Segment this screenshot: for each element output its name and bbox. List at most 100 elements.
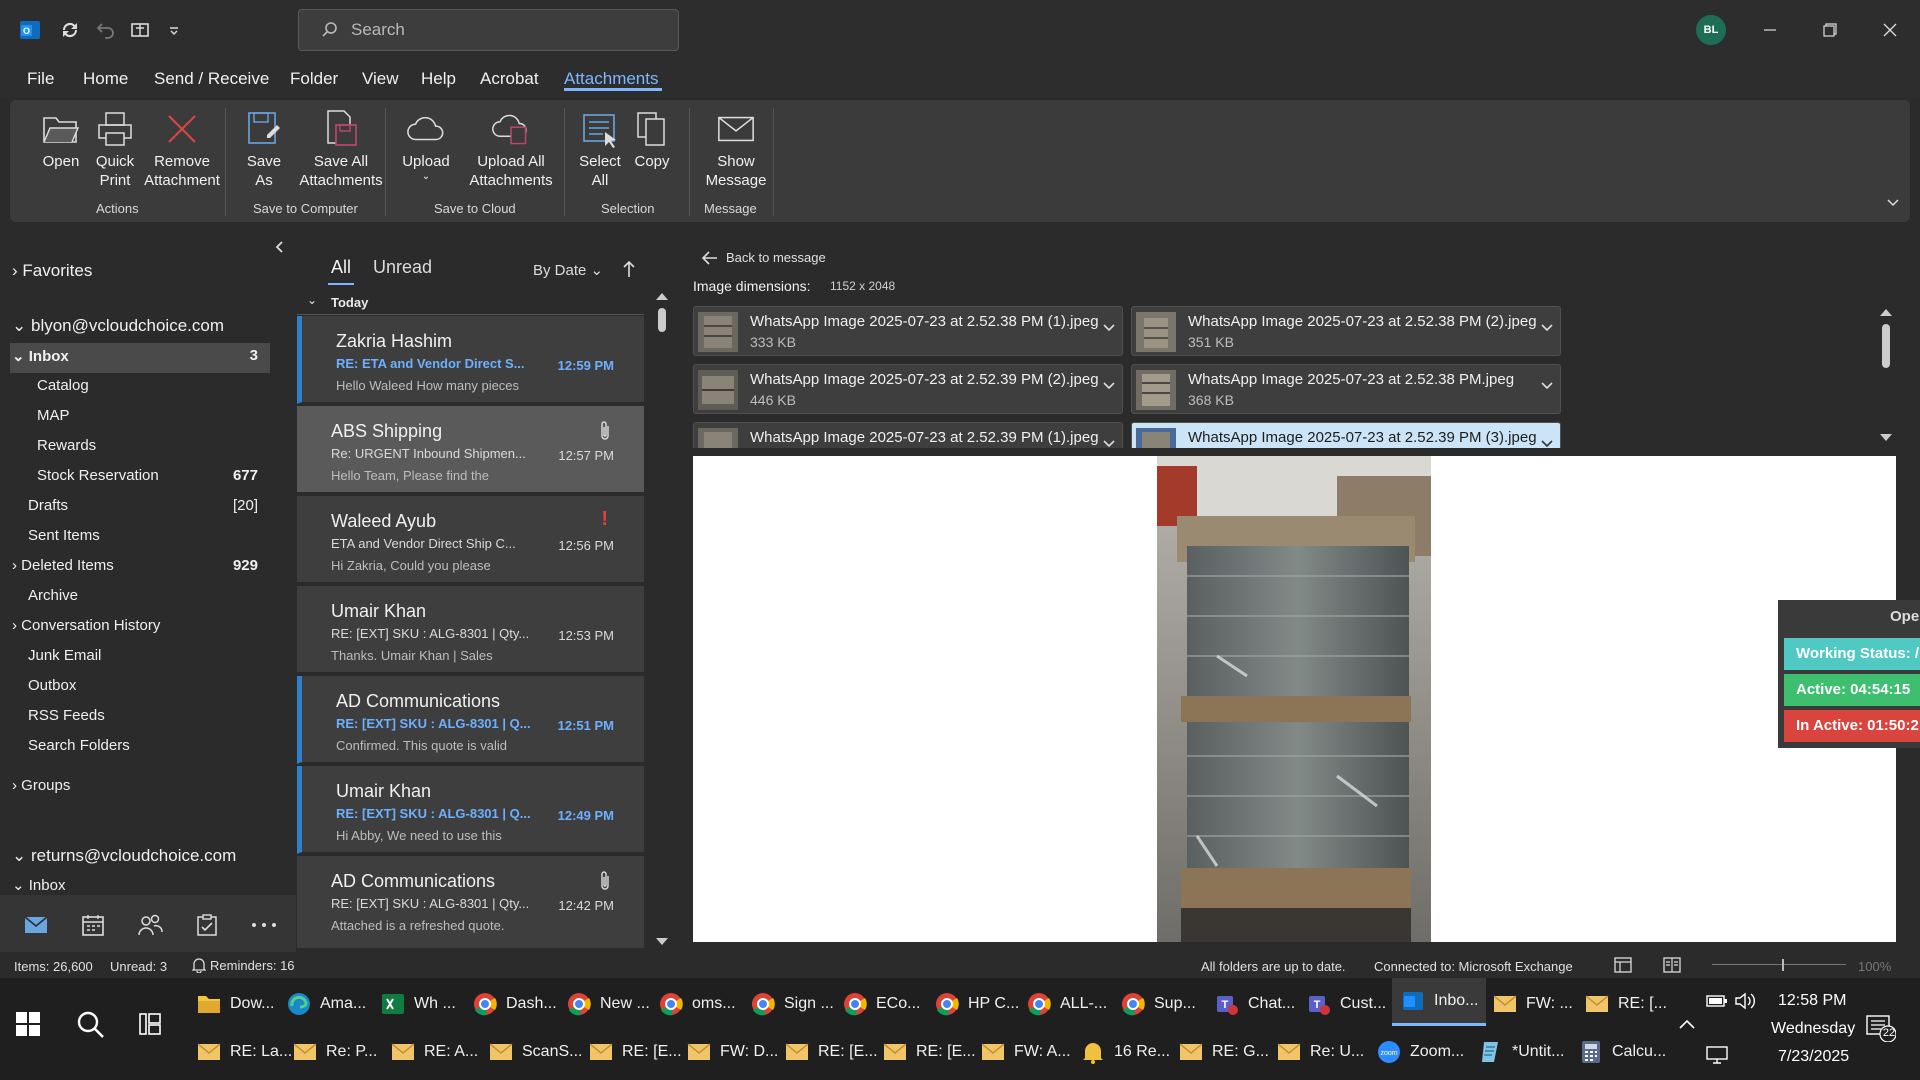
working-status-bar[interactable]: Working Status: / <box>1784 638 1920 670</box>
save-as-button[interactable]: Save As <box>236 108 292 190</box>
taskbar-app-outlook-active[interactable]: Inbo... <box>1392 978 1487 1026</box>
chevron-down-icon[interactable] <box>1540 381 1554 391</box>
calendar-icon[interactable] <box>75 907 111 943</box>
close-button[interactable] <box>1872 12 1908 48</box>
notification-center-icon[interactable]: 22 <box>1866 1014 1896 1042</box>
restore-button[interactable] <box>1812 12 1848 48</box>
chevron-down-icon[interactable] <box>1540 323 1554 333</box>
taskbar-app-mail-window[interactable]: RE: [E... <box>588 1030 682 1074</box>
folder-drafts[interactable]: Drafts <box>28 497 68 514</box>
taskbar-app-reminders[interactable]: 16 Re... <box>1080 1030 1170 1074</box>
taskbar-app-excel[interactable]: Wh ... <box>380 982 456 1026</box>
sort-by-date[interactable]: By Date ⌄ <box>533 261 603 279</box>
collapse-ribbon-icon[interactable] <box>1886 198 1900 208</box>
taskbar-app-calculator[interactable]: Calcu... <box>1578 1030 1666 1074</box>
clock-date[interactable]: 7/23/2025 <box>1778 1048 1849 1066</box>
people-icon[interactable] <box>132 907 168 943</box>
upload-all-attachments-button[interactable]: Upload All Attachments <box>456 108 566 190</box>
taskbar-app-mail-window[interactable]: FW: A... <box>980 1030 1071 1074</box>
back-to-message-link[interactable]: Back to message <box>702 250 826 265</box>
filter-all-tab[interactable]: All <box>331 257 351 278</box>
taskbar-app-chrome[interactable]: ECo... <box>842 982 920 1026</box>
sort-direction-icon[interactable] <box>622 260 636 278</box>
sync-icon[interactable] <box>56 16 84 44</box>
reading-view-icon[interactable] <box>1663 957 1681 973</box>
folder-archive[interactable]: Archive <box>28 587 78 604</box>
menu-send-receive[interactable]: Send / Receive <box>154 69 269 89</box>
taskbar-app-chrome[interactable]: Sup... <box>1120 982 1196 1026</box>
message-item[interactable]: ABS Shipping Re: URGENT Inbound Shipmen.… <box>297 406 644 494</box>
chevron-down-icon[interactable] <box>1102 381 1116 391</box>
message-item[interactable]: AD Communications RE: [EXT] SKU : ALG-83… <box>297 676 644 764</box>
taskbar-app-mail-window[interactable]: FW: ... <box>1492 982 1573 1026</box>
menu-help[interactable]: Help <box>421 69 456 89</box>
volume-icon[interactable] <box>1734 992 1756 1010</box>
select-all-button[interactable]: Select All <box>574 108 626 190</box>
folder-stock-reservation[interactable]: Stock Reservation <box>37 467 159 484</box>
more-apps-icon[interactable] <box>246 907 282 943</box>
taskbar-app-mail-window[interactable]: Re: P... <box>292 1030 377 1074</box>
customize-toolbar-icon[interactable] <box>160 16 188 44</box>
account-returns[interactable]: ⌄ returns@vcloudchoice.com <box>12 846 236 866</box>
attachment-item[interactable]: WhatsApp Image 2025-07-23 at 2.52.38 PM … <box>693 306 1123 356</box>
copy-button[interactable]: Copy <box>628 108 676 171</box>
collapse-folder-pane-icon[interactable] <box>273 240 285 254</box>
favorites-node[interactable]: › Favorites <box>12 261 92 281</box>
menu-view[interactable]: View <box>362 69 399 89</box>
save-all-attachments-button[interactable]: Save All Attachments <box>288 108 394 190</box>
message-item[interactable]: Waleed Ayub ! ETA and Vendor Direct Ship… <box>297 496 644 584</box>
folder-inbox-returns[interactable]: ⌄ Inbox <box>12 876 65 894</box>
display-icon[interactable] <box>1706 1046 1728 1064</box>
quick-access-icon[interactable] <box>126 16 154 44</box>
remove-attachment-button[interactable]: Remove Attachment <box>134 108 230 190</box>
upload-button[interactable]: Upload ⌄ <box>394 108 458 183</box>
message-list-scrollbar[interactable] <box>652 290 672 950</box>
folder-map[interactable]: MAP <box>37 407 70 424</box>
message-item[interactable]: AD Communications RE: [EXT] SKU : ALG-83… <box>297 856 644 950</box>
taskbar-app-chrome[interactable]: Dash... <box>472 982 557 1026</box>
taskbar-app-notepad[interactable]: *Untit... <box>1478 1030 1564 1074</box>
chevron-down-icon[interactable] <box>1102 323 1116 333</box>
folder-sent-items[interactable]: Sent Items <box>28 527 100 544</box>
folder-rewards[interactable]: Rewards <box>37 437 96 454</box>
group-header-today[interactable]: ⌄ Today <box>297 290 644 315</box>
taskbar-app-mail-window[interactable]: FW: D... <box>686 1030 778 1074</box>
message-item[interactable]: Umair Khan RE: [EXT] SKU : ALG-8301 | Q.… <box>297 766 644 854</box>
zoom-slider-thumb[interactable] <box>1782 959 1784 971</box>
taskbar-app-mail-window[interactable]: RE: A... <box>390 1030 478 1074</box>
zoom-slider[interactable] <box>1712 964 1846 965</box>
taskbar-app-mail-window[interactable]: RE: [E... <box>784 1030 878 1074</box>
minimize-button[interactable] <box>1752 12 1788 48</box>
taskbar-app-chrome[interactable]: ALL-... <box>1026 982 1107 1026</box>
attachment-strip-scrollbar[interactable] <box>1876 304 1896 446</box>
attachment-item[interactable]: WhatsApp Image 2025-07-23 at 2.52.38 PM.… <box>1131 364 1561 414</box>
menu-home[interactable]: Home <box>83 69 128 89</box>
folder-conversation-history[interactable]: › Conversation History <box>12 617 160 634</box>
taskbar-app-mail-window[interactable]: ScanS... <box>488 1030 582 1074</box>
chevron-down-icon[interactable] <box>1102 439 1116 448</box>
taskbar-app-chrome[interactable]: HP C... <box>934 982 1019 1026</box>
search-box[interactable]: Search <box>298 9 679 51</box>
tasks-icon[interactable] <box>189 907 225 943</box>
taskbar-app-file-explorer[interactable]: Dow... <box>196 982 274 1026</box>
avatar[interactable]: BL <box>1696 15 1726 45</box>
attachment-item[interactable]: WhatsApp Image 2025-07-23 at 2.52.39 PM … <box>693 364 1123 414</box>
account-blyon[interactable]: ⌄ blyon@vcloudchoice.com <box>12 316 224 336</box>
windows-start-icon[interactable] <box>16 1012 40 1036</box>
battery-icon[interactable] <box>1706 994 1728 1008</box>
taskbar-app-mail-window[interactable]: Re: U... <box>1276 1030 1364 1074</box>
groups-node[interactable]: › Groups <box>12 777 70 794</box>
folder-catalog[interactable]: Catalog <box>37 377 89 394</box>
task-view-icon[interactable] <box>138 1012 162 1036</box>
normal-view-icon[interactable] <box>1614 957 1632 973</box>
folder-junk-email[interactable]: Junk Email <box>28 647 101 664</box>
reminders-indicator[interactable]: Reminders: 16 <box>192 957 295 973</box>
message-item[interactable]: Umair Khan RE: [EXT] SKU : ALG-8301 | Qt… <box>297 586 644 674</box>
taskbar-app-mail-window[interactable]: RE: [... <box>1584 982 1667 1026</box>
taskbar-app-teams[interactable]: T Cust... <box>1306 982 1386 1026</box>
clock-time[interactable]: 12:58 PM <box>1778 992 1846 1010</box>
clock-day[interactable]: Wednesday <box>1771 1020 1855 1038</box>
taskbar-app-mail-window[interactable]: RE: [E... <box>882 1030 976 1074</box>
folder-inbox[interactable]: ⌄ Inbox <box>12 347 69 365</box>
taskbar-app-chrome[interactable]: Sign ... <box>750 982 834 1026</box>
